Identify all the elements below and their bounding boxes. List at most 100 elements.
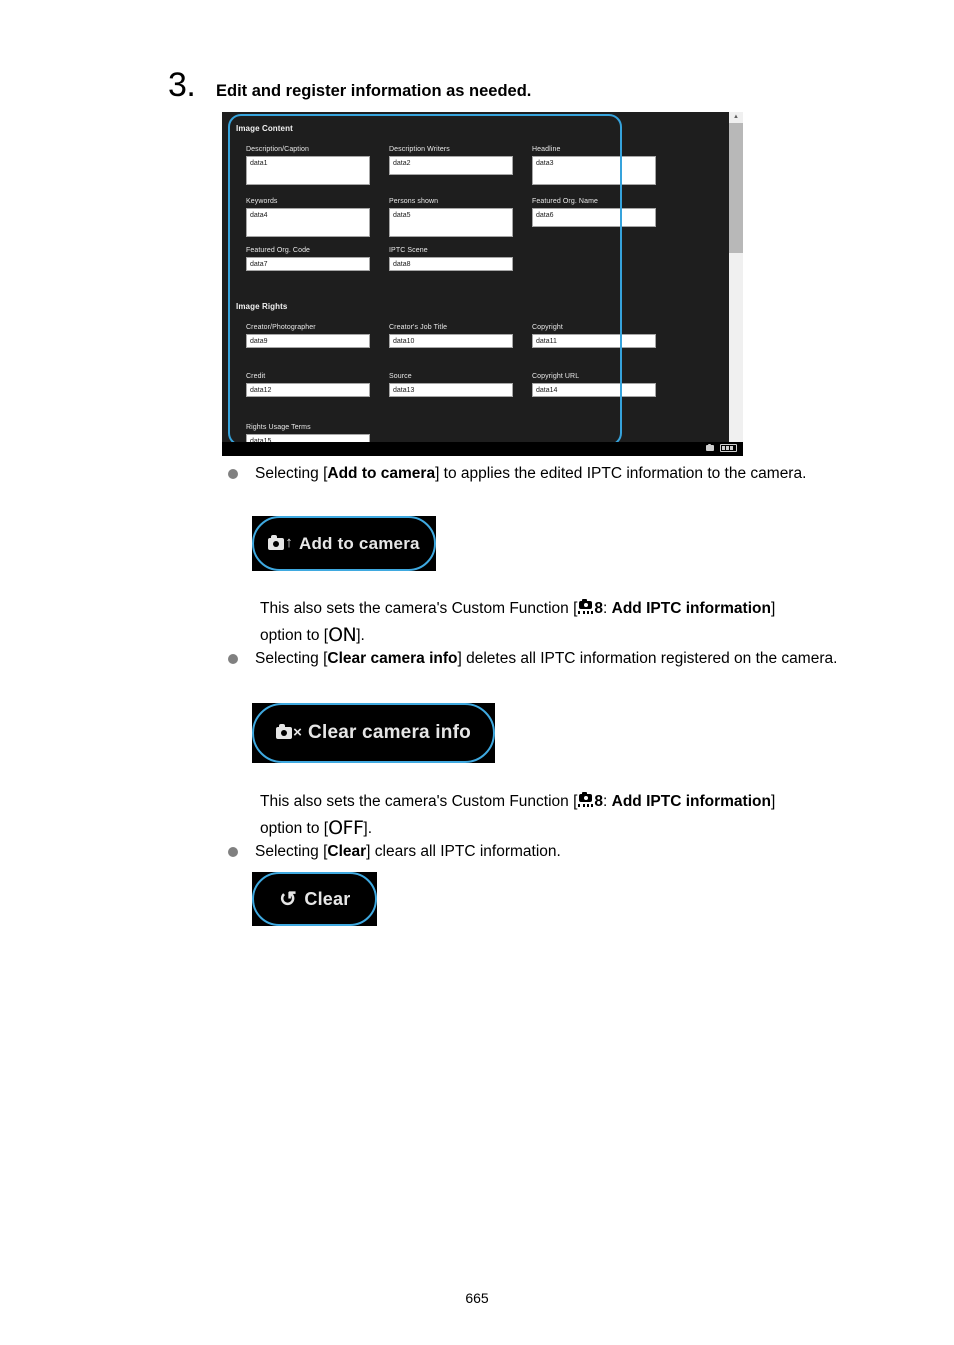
field-label: Featured Org. Code: [246, 247, 311, 254]
field-featured-org-code: Featured Org. Code data7: [246, 246, 370, 271]
bullet-text: Selecting [Add to camera] to applies the…: [255, 462, 806, 485]
field-iptc-scene: IPTC Scene data8: [389, 246, 513, 271]
field-label: Featured Org. Name: [532, 198, 598, 205]
field-label: Rights Usage Terms: [246, 424, 311, 431]
bullet-dot-icon: [228, 847, 238, 857]
bullet-prefix: Selecting [: [255, 650, 328, 667]
status-icon-group: [706, 443, 737, 452]
note-off-value: OFF: [328, 817, 364, 839]
field-input[interactable]: data1: [246, 156, 370, 185]
note-lead: This also sets the camera's Custom Funct…: [260, 793, 578, 810]
field-headline: Headline data3: [532, 145, 656, 185]
app-status-bar: [222, 442, 743, 456]
camera-icon: [706, 443, 714, 451]
scroll-up-arrow-icon[interactable]: ▲: [729, 112, 743, 123]
field-input[interactable]: data8: [389, 257, 513, 271]
undo-arrow-icon: ↻: [278, 887, 297, 911]
app-screenshot: Image Content Description/Caption data1 …: [222, 112, 743, 456]
note-cf-name-1: Add IPTC: [611, 600, 682, 617]
field-label: Creator/Photographer: [246, 324, 316, 331]
field-source: Source data13: [389, 372, 513, 397]
bullet-clear-camera-info: Selecting [Clear camera info] deletes al…: [228, 647, 888, 670]
field-input[interactable]: data4: [246, 208, 370, 237]
field-label: Copyright URL: [532, 373, 580, 380]
field-input[interactable]: data5: [389, 208, 513, 237]
iptc-editor-panel: Image Content Description/Caption data1 …: [222, 112, 722, 456]
field-input[interactable]: data11: [532, 334, 656, 348]
page-number: 665: [465, 1290, 489, 1306]
note-cf-number: 8: [594, 793, 604, 810]
field-input[interactable]: data3: [532, 156, 656, 185]
note-lead: This also sets the camera's Custom Funct…: [260, 600, 578, 617]
note-tail: ].: [363, 820, 373, 837]
bullet-text: Selecting [Clear] clears all IPTC inform…: [255, 840, 561, 863]
bullet-dot-icon: [228, 654, 238, 664]
step-title: Edit and register information as needed.: [216, 82, 532, 100]
note-tail: ].: [356, 627, 365, 644]
field-label: IPTC Scene: [389, 247, 428, 254]
field-creators-job-title: Creator's Job Title data10: [389, 323, 513, 348]
bullet-suffix: ] clears all IPTC information.: [366, 843, 561, 860]
custom-function-camera-icon: [577, 599, 594, 615]
clear-pill[interactable]: ↻ Clear: [252, 872, 377, 926]
bullet-suffix: ] to applies the edited IPTC information…: [435, 465, 807, 482]
clear-label: Clear: [304, 888, 351, 909]
bullet-prefix: Selecting [: [255, 843, 328, 860]
note-on-value: ON: [328, 624, 357, 646]
scrollbar-thumb[interactable]: [729, 123, 743, 253]
note-cf-name-2: information: [685, 600, 771, 617]
bullet-suffix: ] deletes all IPTC information registere…: [457, 650, 838, 667]
field-featured-org-name: Featured Org. Name data6: [532, 197, 656, 227]
field-persons-shown: Persons shown data5: [389, 197, 513, 237]
field-label: Copyright: [532, 324, 563, 331]
field-input[interactable]: data13: [389, 383, 513, 397]
bullet-dot-icon: [228, 469, 238, 479]
bullet-prefix: Selecting [: [255, 465, 328, 482]
bullet-clear: Selecting [Clear] clears all IPTC inform…: [228, 840, 828, 863]
field-copyright: Copyright data11: [532, 323, 656, 348]
vertical-scrollbar[interactable]: ▲: [729, 112, 743, 442]
clear-camera-info-pill[interactable]: × Clear camera info: [252, 703, 495, 763]
field-input[interactable]: data9: [246, 334, 370, 348]
bullet-text: Selecting [Clear camera info] deletes al…: [255, 647, 837, 670]
add-to-camera-button[interactable]: ↑ Add to camera: [252, 516, 436, 571]
bullet-add-to-camera: Selecting [Add to camera] to applies the…: [228, 462, 868, 485]
custom-function-camera-icon: [577, 792, 594, 808]
field-label: Persons shown: [389, 198, 439, 205]
field-input[interactable]: data6: [532, 208, 656, 227]
field-creator-photographer: Creator/Photographer data9: [246, 323, 370, 348]
note-add-iptc-off: This also sets the camera's Custom Funct…: [260, 788, 805, 842]
step-number: 3.: [168, 66, 196, 104]
bullet-bold-term: Add to camera: [327, 465, 436, 482]
field-input[interactable]: data12: [246, 383, 370, 397]
camera-x-icon: ×: [276, 724, 302, 740]
field-label: Keywords: [246, 198, 278, 205]
add-to-camera-pill[interactable]: ↑ Add to camera: [252, 516, 436, 571]
field-input[interactable]: data14: [532, 383, 656, 397]
clear-camera-info-button[interactable]: × Clear camera info: [252, 703, 495, 763]
note-add-iptc-on: This also sets the camera's Custom Funct…: [260, 595, 805, 649]
note-colon: :: [603, 600, 612, 617]
field-label: Source: [389, 373, 412, 380]
section-title-image-content: Image Content: [236, 124, 293, 133]
camera-up-icon: ↑: [268, 534, 293, 550]
field-copyright-url: Copyright URL data14: [532, 372, 656, 397]
clear-button[interactable]: ↻ Clear: [252, 872, 377, 926]
field-label: Description/Caption: [246, 146, 309, 153]
clear-camera-info-label: Clear camera info: [308, 722, 471, 743]
step-heading: 3. Edit and register information as need…: [168, 68, 531, 102]
field-description-caption: Description/Caption data1: [246, 145, 370, 185]
field-keywords: Keywords data4: [246, 197, 370, 237]
note-cf-number: 8: [594, 600, 604, 617]
bullet-bold-term: Clear: [327, 843, 367, 860]
battery-icon: [720, 444, 737, 452]
note-colon: :: [603, 793, 612, 810]
field-input[interactable]: data7: [246, 257, 370, 271]
add-to-camera-label: Add to camera: [299, 533, 420, 553]
field-description-writers: Description Writers data2: [389, 145, 513, 175]
field-label: Description Writers: [389, 146, 450, 153]
field-label: Credit: [246, 373, 266, 380]
note-cf-name-2: information: [685, 793, 771, 810]
field-input[interactable]: data2: [389, 156, 513, 175]
field-input[interactable]: data10: [389, 334, 513, 348]
